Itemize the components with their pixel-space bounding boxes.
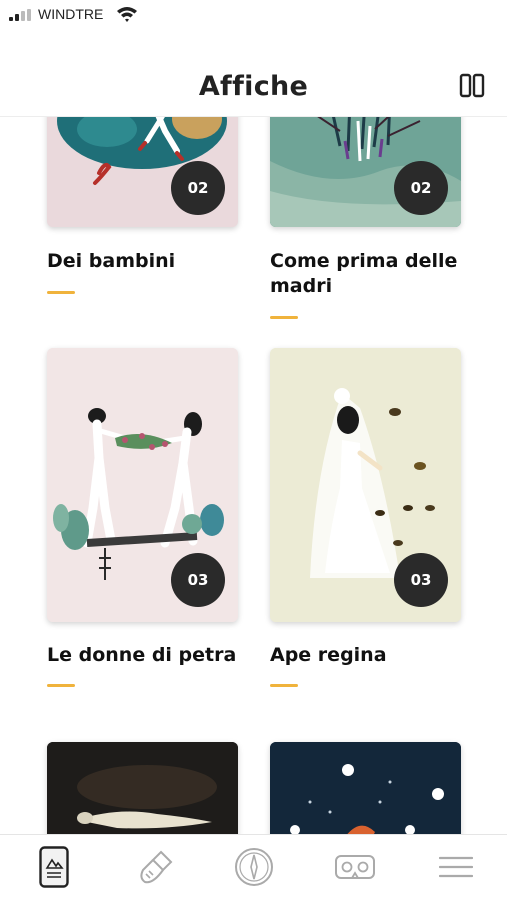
poster-icon [39, 846, 69, 888]
poster-image [47, 742, 238, 834]
poster-card[interactable]: 03 [270, 348, 461, 622]
page-title: Affiche [198, 71, 309, 102]
poster-card[interactable] [47, 742, 238, 834]
title-accent [47, 291, 75, 294]
grid-toggle-icon[interactable] [458, 72, 486, 100]
poster-title[interactable]: Le donne di petra [47, 643, 257, 668]
tab-posters[interactable] [30, 843, 78, 891]
poster-number-badge: 02 [394, 161, 448, 215]
menu-icon [439, 856, 473, 878]
tab-bar [0, 834, 507, 901]
tab-menu[interactable] [432, 843, 480, 891]
poster-title[interactable]: Dei bambini [47, 249, 257, 274]
poster-number-badge: 03 [394, 553, 448, 607]
poster-number-badge: 03 [171, 553, 225, 607]
carrier-name: WINDTRE [38, 6, 104, 22]
title-accent [47, 684, 75, 687]
poster-title[interactable]: Come prima delle madri [270, 249, 480, 299]
title-accent [270, 316, 298, 319]
poster-card[interactable]: 02 [270, 116, 461, 227]
app-header: Affiche [0, 60, 507, 117]
poster-card[interactable]: 02 [47, 116, 238, 227]
poster-title[interactable]: Ape regina [270, 643, 480, 668]
tab-vr[interactable] [331, 843, 379, 891]
poster-card[interactable] [270, 742, 461, 834]
status-bar: WINDTRE [0, 0, 507, 30]
wifi-icon [117, 7, 137, 22]
poster-grid[interactable]: 02 Dei bambini 02 Come prima delle madri [0, 116, 507, 834]
compass-icon [235, 848, 273, 886]
title-accent [270, 684, 298, 687]
signal-icon [9, 9, 35, 21]
tab-art[interactable] [132, 843, 180, 891]
poster-card[interactable]: 03 [47, 348, 238, 622]
brush-icon [140, 850, 173, 884]
tab-explore[interactable] [230, 843, 278, 891]
poster-image [270, 742, 461, 834]
poster-number-badge: 02 [171, 161, 225, 215]
vr-headset-icon [335, 855, 375, 879]
